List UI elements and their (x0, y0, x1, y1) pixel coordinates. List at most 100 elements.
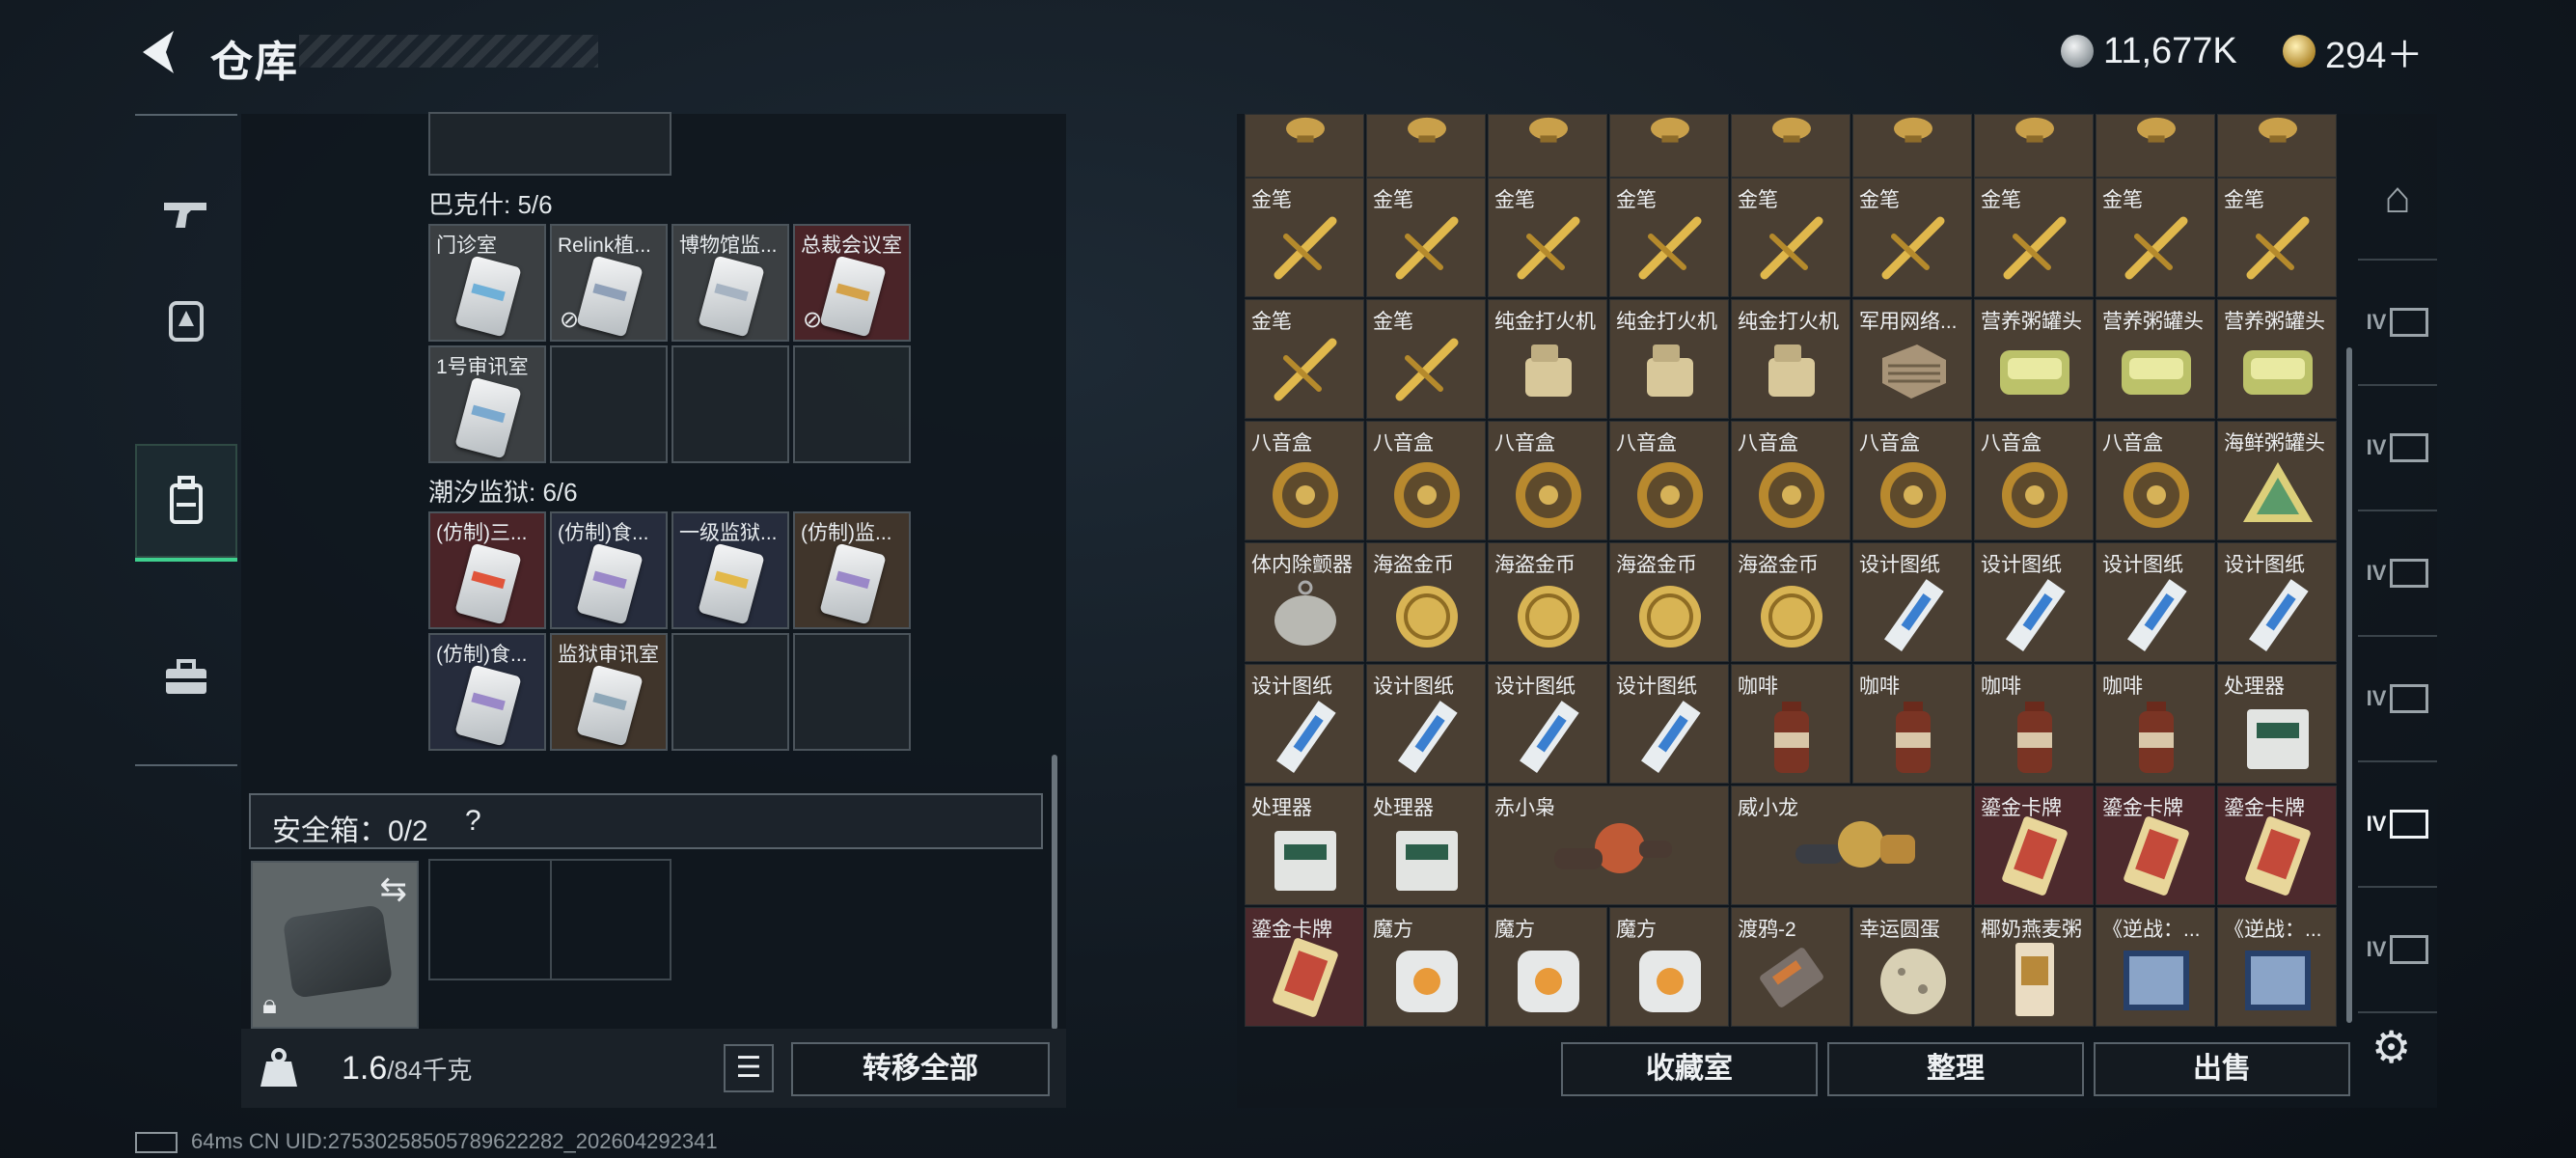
item-slot[interactable]: 设计图纸 (1245, 664, 1364, 784)
list-view-button[interactable]: ☰ (724, 1044, 774, 1092)
keycard-slot[interactable]: 监狱审讯室 (550, 633, 668, 751)
item-slot[interactable]: 营养粥罐头 (2217, 299, 2337, 419)
item-slot[interactable]: 金笔 (1731, 178, 1850, 297)
item-slot[interactable]: 海鲜粥罐头 (2217, 421, 2337, 540)
keycard-slot[interactable]: 一级监狱... (671, 511, 789, 629)
keycard-slot[interactable]: 1号审讯室 (428, 345, 546, 463)
item-slot[interactable]: 设计图纸 (1852, 542, 1972, 662)
keycard-slot[interactable]: 博物馆监... (671, 224, 789, 342)
item-slot[interactable]: 咖啡 (2096, 664, 2215, 784)
item-slot[interactable]: 设计图纸 (1609, 664, 1729, 784)
item-slot[interactable]: 处理器 (1366, 786, 1486, 905)
item-slot[interactable]: 《逆战：... (2096, 907, 2215, 1027)
transfer-all-button[interactable]: 转移全部 (791, 1042, 1050, 1096)
item-slot[interactable]: 《逆战：... (2217, 907, 2337, 1027)
item-slot[interactable]: 鎏金卡牌 (1245, 907, 1364, 1027)
item-slot[interactable]: 海盗金币 (1609, 542, 1729, 662)
gear-icon[interactable]: ⚙ (2371, 1021, 2411, 1073)
collection-room-button[interactable]: 收藏室 (1561, 1042, 1818, 1096)
item-slot[interactable]: 八音盒 (1366, 421, 1486, 540)
item-slot[interactable]: 设计图纸 (2217, 542, 2337, 662)
item-slot[interactable]: 鎏金卡牌 (2096, 786, 2215, 905)
item-slot[interactable]: 纯金打火机 (1488, 299, 1607, 419)
keycard-slot[interactable]: (仿制)三... (428, 511, 546, 629)
item-slot[interactable]: 鎏金卡牌 (1974, 786, 2094, 905)
tab-iv-gun-icon[interactable]: IV (2358, 637, 2437, 762)
item-slot[interactable]: 设计图纸 (1974, 542, 2094, 662)
item-slot[interactable]: 金笔 (1974, 178, 2094, 297)
item-slot[interactable]: 八音盒 (1974, 421, 2094, 540)
item-slot[interactable]: 金笔 (1488, 178, 1607, 297)
nav-backpack-icon[interactable] (135, 444, 237, 562)
item-slot[interactable]: 魔方 (1488, 907, 1607, 1027)
item-slot[interactable]: 金笔 (1852, 178, 1972, 297)
item-slot[interactable] (1245, 114, 1364, 178)
item-slot[interactable]: 海盗金币 (1731, 542, 1850, 662)
item-slot[interactable]: 金笔 (1366, 299, 1486, 419)
empty-slot[interactable] (428, 112, 671, 176)
item-slot[interactable] (2096, 114, 2215, 178)
sort-button[interactable]: 整理 (1827, 1042, 2084, 1096)
item-slot[interactable]: 处理器 (1245, 786, 1364, 905)
gold-currency[interactable]: 294＋ (2283, 27, 2423, 76)
item-slot[interactable]: 金笔 (1609, 178, 1729, 297)
item-slot[interactable]: 金笔 (2096, 178, 2215, 297)
item-slot[interactable]: 营养粥罐头 (2096, 299, 2215, 419)
item-slot[interactable]: 八音盒 (1609, 421, 1729, 540)
item-slot[interactable]: 八音盒 (1731, 421, 1850, 540)
item-slot[interactable]: 威小龙 (1731, 786, 1972, 905)
item-slot[interactable]: 八音盒 (1488, 421, 1607, 540)
item-slot[interactable]: 军用网络... (1852, 299, 1972, 419)
back-arrow-icon[interactable] (135, 27, 181, 77)
tab-iv-rifle-icon[interactable]: IV (2358, 511, 2437, 637)
item-slot[interactable]: 八音盒 (2096, 421, 2215, 540)
left-scrollbar[interactable] (1052, 755, 1057, 1030)
item-slot[interactable]: 设计图纸 (1488, 664, 1607, 784)
item-slot[interactable]: 八音盒 (1852, 421, 1972, 540)
item-slot[interactable]: 赤小枭 (1488, 786, 1729, 905)
sell-button[interactable]: 出售 (2094, 1042, 2350, 1096)
tab-iv-case-icon[interactable]: IV (2358, 762, 2437, 888)
tab-iv-folder-icon[interactable]: IV (2358, 261, 2437, 386)
empty-slot[interactable] (671, 633, 789, 751)
item-slot[interactable] (1366, 114, 1486, 178)
item-slot[interactable] (1609, 114, 1729, 178)
item-slot[interactable]: 八音盒 (1245, 421, 1364, 540)
item-slot[interactable]: 金笔 (1366, 178, 1486, 297)
item-slot[interactable]: 体内除颤器 (1245, 542, 1364, 662)
tab-iv-misc-icon[interactable]: IV (2358, 888, 2437, 1013)
safe-case-slot[interactable]: ⇆ 🔒︎ (251, 861, 419, 1029)
item-slot[interactable]: 魔方 (1609, 907, 1729, 1027)
help-icon[interactable]: ? (465, 805, 481, 838)
nav-gun-icon[interactable] (135, 164, 237, 264)
item-slot[interactable]: 魔方 (1366, 907, 1486, 1027)
swap-icon[interactable]: ⇆ (380, 870, 408, 909)
safe-case-grid[interactable] (428, 859, 671, 980)
item-slot[interactable]: 金笔 (1245, 299, 1364, 419)
item-slot[interactable]: 鎏金卡牌 (2217, 786, 2337, 905)
item-slot[interactable]: 处理器 (2217, 664, 2337, 784)
empty-slot[interactable] (793, 345, 911, 463)
item-slot[interactable]: 幸运圆蛋 (1852, 907, 1972, 1027)
item-slot[interactable] (1852, 114, 1972, 178)
item-slot[interactable]: 金笔 (1245, 178, 1364, 297)
item-slot[interactable]: 金笔 (2217, 178, 2337, 297)
item-slot[interactable]: 渡鸦-2 (1731, 907, 1850, 1027)
nav-toolbox-icon[interactable] (135, 627, 237, 728)
item-slot[interactable]: 设计图纸 (1366, 664, 1486, 784)
empty-slot[interactable] (793, 633, 911, 751)
item-slot[interactable] (1974, 114, 2094, 178)
item-slot[interactable]: 纯金打火机 (1609, 299, 1729, 419)
empty-slot[interactable] (671, 345, 789, 463)
item-slot[interactable] (1731, 114, 1850, 178)
item-slot[interactable]: 海盗金币 (1366, 542, 1486, 662)
item-slot[interactable]: 海盗金币 (1488, 542, 1607, 662)
item-slot[interactable]: 设计图纸 (2096, 542, 2215, 662)
nav-armor-icon[interactable] (135, 270, 237, 371)
keycard-slot[interactable]: 门诊室 (428, 224, 546, 342)
item-slot[interactable]: 咖啡 (1731, 664, 1850, 784)
item-slot[interactable]: 咖啡 (1974, 664, 2094, 784)
keycard-slot[interactable]: (仿制)食... (550, 511, 668, 629)
right-scrollbar[interactable] (2346, 347, 2352, 1023)
item-slot[interactable] (1488, 114, 1607, 178)
